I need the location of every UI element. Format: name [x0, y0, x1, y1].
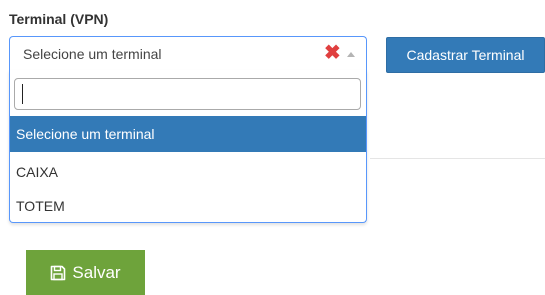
text-caret — [22, 84, 23, 104]
dropdown-search-input[interactable] — [14, 78, 361, 110]
dropdown-option-caixa[interactable]: CAIXA — [10, 154, 366, 190]
save-button[interactable]: Salvar — [26, 250, 145, 295]
terminal-field-label: Terminal (VPN) — [9, 11, 109, 27]
dropdown-option-placeholder[interactable]: Selecione um terminal — [10, 116, 366, 152]
close-icon[interactable]: ✖ — [324, 40, 341, 66]
selected-value: Selecione um terminal — [23, 46, 162, 62]
save-button-label: Salvar — [72, 262, 121, 282]
terminal-select[interactable]: Selecione um terminal ✖ — [9, 36, 367, 70]
terminal-dropdown: Selecione um terminal CAIXA TOTEM — [9, 70, 367, 223]
register-terminal-button[interactable]: Cadastrar Terminal — [386, 37, 545, 73]
dropdown-option-totem[interactable]: TOTEM — [10, 188, 366, 224]
divider — [370, 158, 545, 159]
chevron-up-icon[interactable] — [347, 52, 355, 57]
floppy-disk-icon — [51, 265, 66, 280]
